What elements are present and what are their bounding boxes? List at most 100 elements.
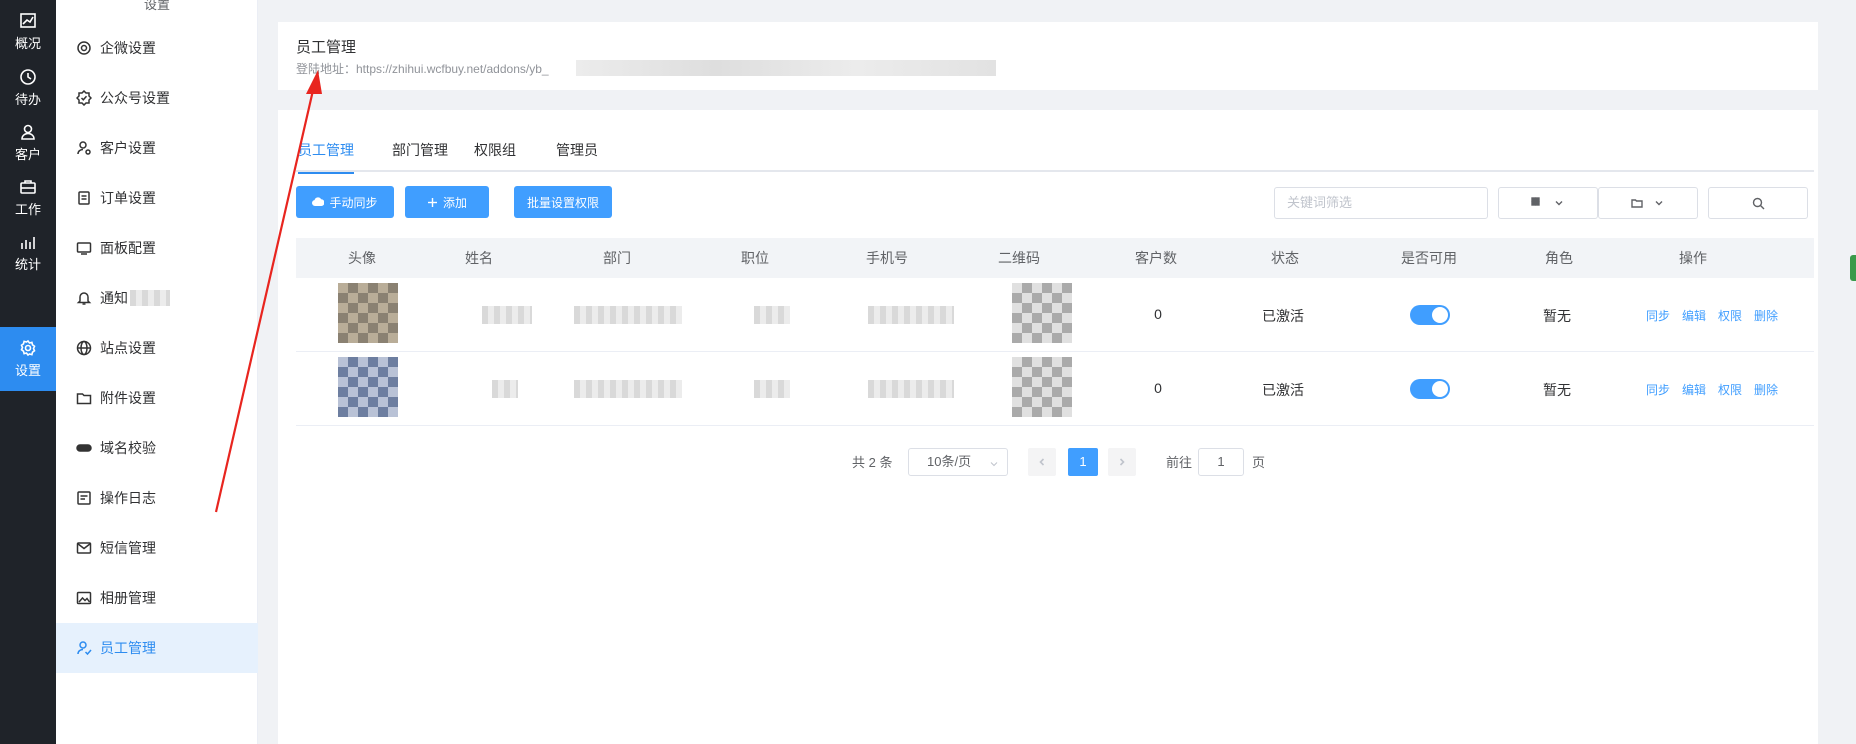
menu-item-label: 订单设置 (100, 190, 156, 206)
add-button[interactable]: 添加 (405, 186, 489, 218)
rail-item-settings[interactable]: 设置 (0, 327, 56, 391)
col-avatar: 头像 (348, 250, 376, 266)
menu-item-official-account[interactable]: 公众号设置 (56, 73, 258, 123)
login-url: 登陆地址：https://zhihui.wcfbuy.net/addons/yb… (296, 62, 549, 76)
redacted-blur (576, 60, 996, 76)
pagination-total: 共 2 条 (852, 455, 893, 470)
customer-count: 0 (1154, 380, 1162, 396)
menu-item-site-settings[interactable]: 站点设置 (56, 323, 258, 373)
briefcase-icon (19, 178, 37, 196)
chevron-down-icon (1655, 201, 1663, 206)
tab-department[interactable]: 部门管理 (392, 140, 448, 172)
tab-permission-group[interactable]: 权限组 (474, 140, 516, 172)
col-qrcode: 二维码 (998, 250, 1040, 266)
bell-icon (76, 290, 92, 306)
rail-label: 待办 (14, 92, 41, 107)
keyword-filter-input[interactable]: 关键词筛选 (1274, 187, 1488, 219)
qrcode-image[interactable] (1012, 283, 1072, 343)
menu-item-attachment-settings[interactable]: 附件设置 (56, 373, 258, 423)
menu-item-label: 员工管理 (100, 640, 156, 656)
redacted-name (482, 306, 532, 324)
page-size-select[interactable]: 10条/页 (908, 448, 1008, 476)
page-suffix: 页 (1252, 455, 1266, 470)
menu-item-label: 通知 (100, 290, 128, 306)
menu-item-label: 附件设置 (100, 390, 156, 406)
add-button-label: 添加 (442, 195, 467, 210)
chevron-down-icon (990, 462, 998, 467)
menu-item-sms[interactable]: 短信管理 (56, 523, 258, 573)
rail-label: 设置 (14, 363, 41, 378)
redacted-position (754, 306, 790, 324)
table-header: 头像 姓名 部门 职位 手机号 二维码 客户数 状态 是否可用 角色 操作 (296, 238, 1814, 278)
avatar (338, 357, 398, 417)
menu-item-wecom[interactable]: 企微设置 (56, 23, 258, 73)
main-card: 员工管理 部门管理 权限组 管理员 手动同步 添加 批量设置权限 关键词筛选 头… (278, 110, 1818, 744)
status-text: 已激活 (1262, 382, 1304, 398)
goto-page-input[interactable]: 1 (1198, 448, 1244, 476)
batch-permission-button[interactable]: 批量设置权限 (514, 186, 612, 218)
col-department: 部门 (603, 250, 631, 266)
prev-page-button[interactable] (1028, 448, 1056, 476)
menu-item-notify[interactable]: 通知 (56, 273, 258, 323)
tab-staff[interactable]: 员工管理 (298, 140, 354, 174)
menu-item-order-settings[interactable]: 订单设置 (56, 173, 258, 223)
next-page-button[interactable] (1108, 448, 1136, 476)
chevron-right-icon (1119, 458, 1125, 466)
menu-item-panel-config[interactable]: 面板配置 (56, 223, 258, 273)
menu-item-staff[interactable]: 员工管理 (56, 623, 258, 673)
table-row: 0 已激活 暂无 同步 编辑 权限 删除 (296, 352, 1814, 426)
staff-icon (76, 640, 92, 656)
redacted-phone (868, 306, 954, 324)
menu-item-label: 相册管理 (100, 590, 156, 606)
menu-item-album[interactable]: 相册管理 (56, 573, 258, 623)
chevron-down-icon (1555, 201, 1563, 206)
gear-icon (19, 339, 37, 357)
plus-icon (427, 197, 437, 207)
cloud-upload-icon (312, 197, 325, 206)
role-text: 暂无 (1543, 382, 1571, 398)
rail-label: 统计 (14, 257, 41, 272)
menu-item-label: 站点设置 (100, 340, 156, 356)
sync-link[interactable]: 同步 (1646, 307, 1670, 324)
folder-filter-dropdown[interactable] (1598, 187, 1698, 219)
delete-link[interactable]: 删除 (1754, 381, 1778, 398)
panel-icon (76, 240, 92, 256)
permission-link[interactable]: 权限 (1718, 381, 1742, 398)
qrcode-image[interactable] (1012, 357, 1072, 417)
menu-item-domain-check[interactable]: 域名校验 (56, 423, 258, 473)
menu-item-customer-settings[interactable]: 客户设置 (56, 123, 258, 173)
col-actions: 操作 (1679, 250, 1707, 266)
grid-view-dropdown[interactable] (1498, 187, 1598, 219)
search-button[interactable] (1708, 187, 1808, 219)
menu-item-operation-log[interactable]: 操作日志 (56, 473, 258, 523)
folder-icon (76, 390, 92, 406)
col-enabled: 是否可用 (1401, 250, 1457, 266)
edit-link[interactable]: 编辑 (1682, 307, 1706, 324)
sync-link[interactable]: 同步 (1646, 381, 1670, 398)
permission-link[interactable]: 权限 (1718, 307, 1742, 324)
menu-item-label: 公众号设置 (100, 90, 170, 106)
user-icon (19, 123, 37, 141)
current-page[interactable]: 1 (1068, 448, 1098, 476)
delete-link[interactable]: 删除 (1754, 307, 1778, 324)
menu-top-label: 设置 (143, 0, 170, 12)
edit-link[interactable]: 编辑 (1682, 381, 1706, 398)
scroll-handle[interactable] (1850, 255, 1856, 281)
tab-admin[interactable]: 管理员 (556, 140, 598, 172)
search-icon (1752, 197, 1764, 209)
enabled-toggle[interactable] (1410, 305, 1450, 325)
menu-item-label: 面板配置 (100, 240, 156, 256)
enabled-toggle[interactable] (1410, 379, 1450, 399)
rail-item-stats[interactable]: 统计 (0, 221, 56, 285)
col-customers: 客户数 (1135, 250, 1177, 266)
menu-item-label: 操作日志 (100, 490, 156, 506)
sync-button[interactable]: 手动同步 (296, 186, 394, 218)
redacted-position (754, 380, 790, 398)
goto-label: 前往 (1166, 455, 1193, 470)
menu-item-label: 企微设置 (100, 40, 156, 56)
rail-label: 概况 (14, 36, 41, 51)
batch-permission-label: 批量设置权限 (526, 195, 599, 210)
role-text: 暂无 (1543, 308, 1571, 324)
rail-item-overview[interactable]: 概况 (0, 0, 56, 64)
left-rail: 概况 待办 客户 工作 统计 设置 (0, 0, 56, 744)
